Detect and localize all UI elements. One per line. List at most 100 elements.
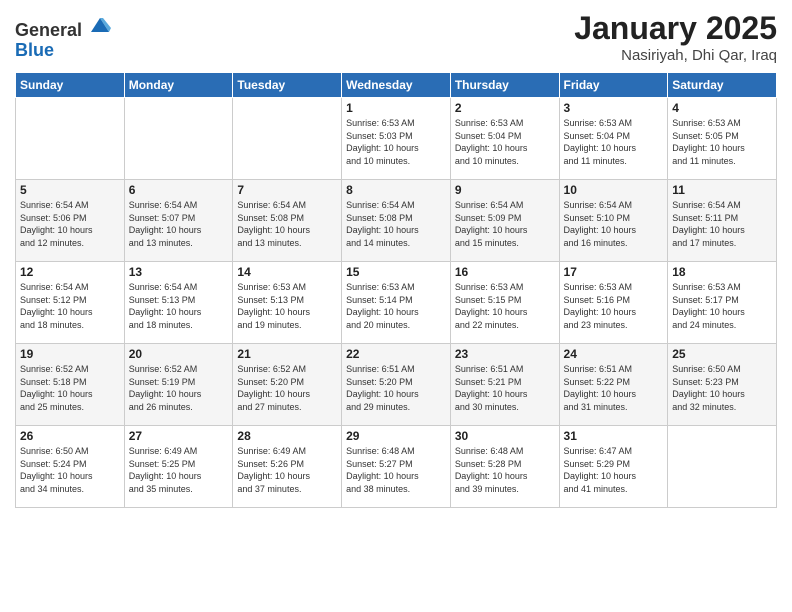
calendar-cell-w5-d5: 30Sunrise: 6:48 AMSunset: 5:28 PMDayligh…: [450, 426, 559, 508]
day-number: 26: [20, 429, 120, 443]
calendar-cell-w4-d7: 25 Sunrise: 6:50 AMSunset: 5:23 PMDayligh…: [668, 344, 777, 426]
week-row-4: 19 Sunrise: 6:52 AMSunset: 5:18 PMDayligh…: [16, 344, 777, 426]
day-number: 25: [672, 347, 772, 361]
day-number: 18: [672, 265, 772, 279]
title-block: January 2025 Nasiriyah, Dhi Qar, Iraq: [574, 10, 777, 64]
day-info: Sunrise: 6:48 AMSunset: 5:27 PMDaylight:…: [346, 445, 446, 495]
day-number: 9: [455, 183, 555, 197]
calendar-cell-w2-d1: 5 Sunrise: 6:54 AMSunset: 5:06 PMDaylight…: [16, 180, 125, 262]
header-monday: Monday: [124, 73, 233, 98]
day-info: Sunrise: 6:54 AMSunset: 5:07 PMDaylight:…: [129, 199, 229, 249]
header-sunday: Sunday: [16, 73, 125, 98]
calendar-location: Nasiriyah, Dhi Qar, Iraq: [574, 47, 777, 64]
day-number: 11: [672, 183, 772, 197]
day-info: Sunrise: 6:53 AMSunset: 5:15 PMDaylight:…: [455, 281, 555, 331]
logo-icon: [89, 14, 111, 36]
calendar-cell-w3-d5: 16 Sunrise: 6:53 AMSunset: 5:15 PMDayligh…: [450, 262, 559, 344]
calendar-cell-w2-d2: 6 Sunrise: 6:54 AMSunset: 5:07 PMDaylight…: [124, 180, 233, 262]
calendar-cell-w5-d1: 26Sunrise: 6:50 AMSunset: 5:24 PMDayligh…: [16, 426, 125, 508]
calendar-cell-w5-d3: 28 Sunrise: 6:49 AMSunset: 5:26 PMDayligh…: [233, 426, 342, 508]
day-info: Sunrise: 6:53 AMSunset: 5:14 PMDaylight:…: [346, 281, 446, 331]
calendar-cell-w5-d7: [668, 426, 777, 508]
day-number: 27: [129, 429, 229, 443]
calendar-cell-w3-d6: 17Sunrise: 6:53 AMSunset: 5:16 PMDayligh…: [559, 262, 668, 344]
day-info: Sunrise: 6:47 AMSunset: 5:29 PMDaylight:…: [564, 445, 664, 495]
calendar-cell-w1-d7: 4 Sunrise: 6:53 AMSunset: 5:05 PMDaylight…: [668, 98, 777, 180]
calendar-cell-w4-d6: 24 Sunrise: 6:51 AMSunset: 5:22 PMDayligh…: [559, 344, 668, 426]
calendar-cell-w5-d6: 31Sunrise: 6:47 AMSunset: 5:29 PMDayligh…: [559, 426, 668, 508]
day-number: 4: [672, 101, 772, 115]
week-row-1: 1 Sunrise: 6:53 AMSunset: 5:03 PMDaylight…: [16, 98, 777, 180]
day-info: Sunrise: 6:52 AMSunset: 5:19 PMDaylight:…: [129, 363, 229, 413]
day-number: 19: [20, 347, 120, 361]
day-number: 3: [564, 101, 664, 115]
day-number: 15: [346, 265, 446, 279]
day-number: 2: [455, 101, 555, 115]
day-number: 8: [346, 183, 446, 197]
header: General Blue January 2025 Nasiriyah, Dhi…: [15, 10, 777, 64]
calendar-cell-w4-d4: 22 Sunrise: 6:51 AMSunset: 5:20 PMDayligh…: [342, 344, 451, 426]
day-info: Sunrise: 6:52 AMSunset: 5:20 PMDaylight:…: [237, 363, 337, 413]
day-info: Sunrise: 6:54 AMSunset: 5:11 PMDaylight:…: [672, 199, 772, 249]
header-wednesday: Wednesday: [342, 73, 451, 98]
calendar-cell-w3-d7: 18 Sunrise: 6:53 AMSunset: 5:17 PMDayligh…: [668, 262, 777, 344]
calendar-cell-w1-d2: [124, 98, 233, 180]
day-number: 24: [564, 347, 664, 361]
calendar-cell-w3-d2: 13 Sunrise: 6:54 AMSunset: 5:13 PMDayligh…: [124, 262, 233, 344]
header-thursday: Thursday: [450, 73, 559, 98]
calendar-cell-w4-d5: 23 Sunrise: 6:51 AMSunset: 5:21 PMDayligh…: [450, 344, 559, 426]
day-info: Sunrise: 6:53 AMSunset: 5:17 PMDaylight:…: [672, 281, 772, 331]
calendar-cell-w1-d4: 1 Sunrise: 6:53 AMSunset: 5:03 PMDaylight…: [342, 98, 451, 180]
day-number: 1: [346, 101, 446, 115]
day-number: 16: [455, 265, 555, 279]
day-info: Sunrise: 6:51 AMSunset: 5:22 PMDaylight:…: [564, 363, 664, 413]
day-info: Sunrise: 6:54 AMSunset: 5:10 PMDaylight:…: [564, 199, 664, 249]
logo: General Blue: [15, 14, 111, 61]
header-saturday: Saturday: [668, 73, 777, 98]
day-info: Sunrise: 6:51 AMSunset: 5:20 PMDaylight:…: [346, 363, 446, 413]
header-tuesday: Tuesday: [233, 73, 342, 98]
day-number: 20: [129, 347, 229, 361]
day-info: Sunrise: 6:53 AMSunset: 5:13 PMDaylight:…: [237, 281, 337, 331]
week-row-3: 12Sunrise: 6:54 AMSunset: 5:12 PMDayligh…: [16, 262, 777, 344]
day-number: 23: [455, 347, 555, 361]
day-info: Sunrise: 6:49 AMSunset: 5:26 PMDaylight:…: [237, 445, 337, 495]
calendar-page: General Blue January 2025 Nasiriyah, Dhi…: [0, 0, 792, 612]
day-number: 22: [346, 347, 446, 361]
logo-blue-text: Blue: [15, 40, 54, 60]
day-info: Sunrise: 6:52 AMSunset: 5:18 PMDaylight:…: [20, 363, 120, 413]
day-info: Sunrise: 6:54 AMSunset: 5:09 PMDaylight:…: [455, 199, 555, 249]
calendar-cell-w1-d5: 2Sunrise: 6:53 AMSunset: 5:04 PMDaylight…: [450, 98, 559, 180]
day-info: Sunrise: 6:54 AMSunset: 5:12 PMDaylight:…: [20, 281, 120, 331]
day-info: Sunrise: 6:48 AMSunset: 5:28 PMDaylight:…: [455, 445, 555, 495]
day-number: 13: [129, 265, 229, 279]
day-info: Sunrise: 6:53 AMSunset: 5:05 PMDaylight:…: [672, 117, 772, 167]
calendar-cell-w2-d3: 7Sunrise: 6:54 AMSunset: 5:08 PMDaylight…: [233, 180, 342, 262]
calendar-cell-w2-d5: 9 Sunrise: 6:54 AMSunset: 5:09 PMDaylight…: [450, 180, 559, 262]
day-number: 28: [237, 429, 337, 443]
day-info: Sunrise: 6:53 AMSunset: 5:03 PMDaylight:…: [346, 117, 446, 167]
day-info: Sunrise: 6:54 AMSunset: 5:08 PMDaylight:…: [237, 199, 337, 249]
calendar-table: Sunday Monday Tuesday Wednesday Thursday…: [15, 72, 777, 508]
calendar-cell-w3-d4: 15 Sunrise: 6:53 AMSunset: 5:14 PMDayligh…: [342, 262, 451, 344]
day-info: Sunrise: 6:51 AMSunset: 5:21 PMDaylight:…: [455, 363, 555, 413]
day-info: Sunrise: 6:53 AMSunset: 5:04 PMDaylight:…: [564, 117, 664, 167]
day-info: Sunrise: 6:50 AMSunset: 5:23 PMDaylight:…: [672, 363, 772, 413]
day-number: 29: [346, 429, 446, 443]
calendar-cell-w1-d1: [16, 98, 125, 180]
day-info: Sunrise: 6:54 AMSunset: 5:06 PMDaylight:…: [20, 199, 120, 249]
calendar-cell-w4-d3: 21 Sunrise: 6:52 AMSunset: 5:20 PMDayligh…: [233, 344, 342, 426]
day-number: 5: [20, 183, 120, 197]
day-info: Sunrise: 6:54 AMSunset: 5:08 PMDaylight:…: [346, 199, 446, 249]
day-info: Sunrise: 6:54 AMSunset: 5:13 PMDaylight:…: [129, 281, 229, 331]
day-number: 21: [237, 347, 337, 361]
calendar-cell-w5-d4: 29 Sunrise: 6:48 AMSunset: 5:27 PMDayligh…: [342, 426, 451, 508]
calendar-cell-w4-d1: 19 Sunrise: 6:52 AMSunset: 5:18 PMDayligh…: [16, 344, 125, 426]
calendar-cell-w5-d2: 27 Sunrise: 6:49 AMSunset: 5:25 PMDayligh…: [124, 426, 233, 508]
day-number: 6: [129, 183, 229, 197]
calendar-cell-w1-d3: [233, 98, 342, 180]
day-number: 10: [564, 183, 664, 197]
weekday-header-row: Sunday Monday Tuesday Wednesday Thursday…: [16, 73, 777, 98]
calendar-cell-w2-d7: 11 Sunrise: 6:54 AMSunset: 5:11 PMDayligh…: [668, 180, 777, 262]
day-info: Sunrise: 6:49 AMSunset: 5:25 PMDaylight:…: [129, 445, 229, 495]
